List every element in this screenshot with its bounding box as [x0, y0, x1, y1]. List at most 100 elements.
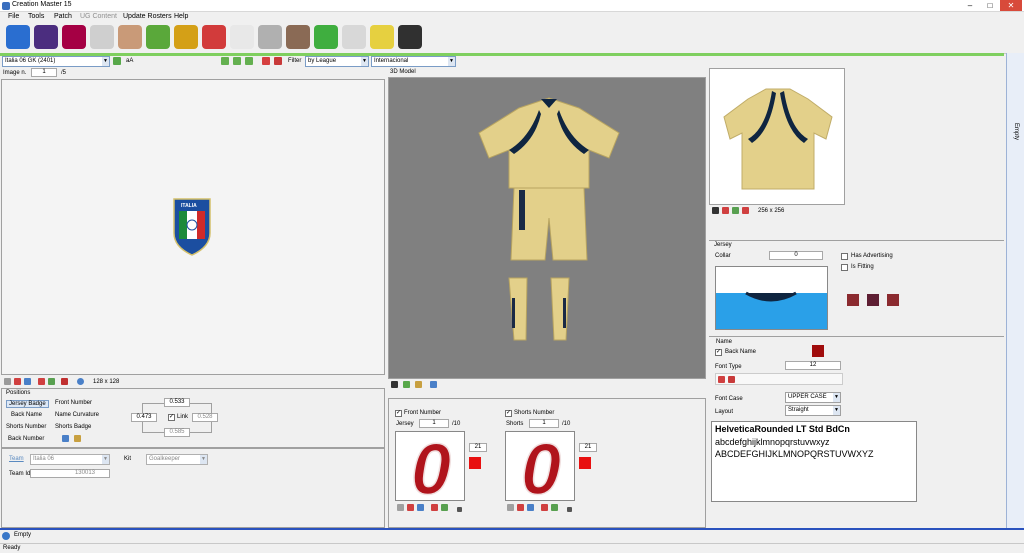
add-icon[interactable]	[38, 378, 45, 385]
close-button[interactable]: ✕	[1000, 0, 1022, 11]
copy-icon[interactable]	[245, 57, 253, 65]
back-name-color[interactable]	[812, 345, 824, 357]
replace-number-icon[interactable]	[441, 504, 448, 511]
pos-back-number[interactable]: Back Number	[8, 436, 44, 442]
export-icon[interactable]	[221, 57, 229, 65]
more-shorts-icon[interactable]	[567, 507, 572, 512]
jersey-color-swatch[interactable]	[469, 457, 481, 469]
import-icon[interactable]	[233, 57, 241, 65]
team-link[interactable]: Team	[9, 456, 24, 462]
aa-toggle[interactable]: aA	[126, 58, 133, 64]
jersey-icon[interactable]	[90, 25, 114, 49]
export-number-icon[interactable]	[417, 504, 424, 511]
add-number-icon[interactable]	[431, 504, 438, 511]
replace-shorts-number-icon[interactable]	[551, 504, 558, 511]
menu-file[interactable]: File	[8, 13, 19, 20]
shorts-color-swatch[interactable]	[579, 457, 591, 469]
eye-preview-icon[interactable]	[712, 207, 719, 214]
glove-icon[interactable]	[370, 25, 394, 49]
has-advertising-checkbox[interactable]	[841, 253, 848, 260]
menu-tools[interactable]: Tools	[28, 13, 44, 20]
replace-icon[interactable]	[48, 378, 55, 385]
jersey-size-input[interactable]: 21	[469, 443, 487, 452]
collar-spinner[interactable]: 0	[769, 251, 823, 260]
league-combo[interactable]: Internacional ▼	[371, 56, 456, 67]
import-image-icon[interactable]	[14, 378, 21, 385]
team-select[interactable]: Italia 06 ▼	[30, 454, 110, 465]
menu-patch[interactable]: Patch	[54, 13, 72, 20]
barcelona-crest-icon[interactable]	[62, 25, 86, 49]
player-icon[interactable]	[415, 381, 422, 388]
ball-icon[interactable]	[230, 25, 254, 49]
stadium-icon[interactable]	[146, 25, 170, 49]
referee-cards-icon[interactable]	[202, 25, 226, 49]
import-texture-icon[interactable]	[722, 207, 729, 214]
trophy-icon[interactable]	[174, 25, 198, 49]
add-texture-icon[interactable]	[742, 207, 749, 214]
world-icon[interactable]	[6, 25, 30, 49]
pos-bottom-input[interactable]: 0.585	[164, 428, 190, 437]
kit-select[interactable]: Goalkeeper ▼	[146, 454, 208, 465]
layout-select[interactable]: Straight ▼	[785, 405, 841, 416]
add-shorts-number-icon[interactable]	[541, 504, 548, 511]
back-name-checkbox[interactable]: ✓	[715, 349, 722, 356]
paste-pos-icon[interactable]	[74, 435, 81, 442]
export-shorts-number-icon[interactable]	[527, 504, 534, 511]
pos-shorts-number[interactable]: Shorts Number	[6, 424, 46, 430]
pos-front-number[interactable]: Front Number	[55, 400, 92, 406]
remove-icon[interactable]	[61, 378, 68, 385]
pos-top-input[interactable]: 0.533	[164, 398, 190, 407]
save-number-icon[interactable]	[397, 504, 404, 511]
eye-icon[interactable]	[391, 381, 398, 388]
shorts-size-input[interactable]: 21	[579, 443, 597, 452]
save-shorts-number-icon[interactable]	[507, 504, 514, 511]
rotate-icon[interactable]	[403, 381, 410, 388]
more-icon[interactable]	[457, 507, 462, 512]
expand-icon[interactable]	[2, 532, 10, 540]
camera-icon[interactable]	[430, 381, 437, 388]
filter-combo[interactable]: by League ▼	[305, 56, 369, 67]
pos-jersey-badge[interactable]: Jersey Badge	[6, 400, 49, 408]
image-n-spinner[interactable]: 1	[31, 68, 57, 77]
headphones-icon[interactable]	[398, 25, 422, 49]
side-tab-empty[interactable]: Empty	[1013, 123, 1019, 140]
menu-ug-content[interactable]: UG Content	[80, 13, 117, 20]
jersey-number-spinner[interactable]: 1	[419, 419, 449, 428]
zoom-icon[interactable]	[77, 378, 84, 385]
import-shorts-number-icon[interactable]	[517, 504, 524, 511]
jersey-color-3[interactable]	[887, 294, 899, 306]
model-3d-view[interactable]	[388, 77, 706, 379]
shorts-number-spinner[interactable]: 1	[529, 419, 559, 428]
boots-icon[interactable]	[258, 25, 282, 49]
minimize-button[interactable]: –	[960, 0, 980, 11]
pos-name-curvature[interactable]: Name Curvature	[55, 412, 99, 418]
manager-icon[interactable]	[286, 25, 310, 49]
export-image-icon[interactable]	[24, 378, 31, 385]
pdf-icon[interactable]	[262, 57, 270, 65]
pos-shorts-badge[interactable]: Shorts Badge	[55, 424, 91, 430]
delete-font-icon[interactable]	[728, 376, 735, 383]
font-type-spinner[interactable]: 12	[785, 361, 841, 370]
import-number-icon[interactable]	[407, 504, 414, 511]
pos-back-name[interactable]: Back Name	[11, 412, 42, 418]
pitch-icon[interactable]	[314, 25, 338, 49]
save-icon[interactable]	[4, 378, 11, 385]
jersey-color-2[interactable]	[867, 294, 879, 306]
link-checkbox[interactable]: ✓	[168, 414, 175, 421]
copy-pos-icon[interactable]	[62, 435, 69, 442]
front-number-checkbox[interactable]: ✓	[395, 410, 402, 417]
font-case-select[interactable]: UPPER CASE ▼	[785, 392, 841, 403]
import-font-icon[interactable]	[718, 376, 725, 383]
export-texture-icon[interactable]	[732, 207, 739, 214]
pos-left-input[interactable]: 0.473	[131, 413, 157, 422]
is-fitting-checkbox[interactable]	[841, 264, 848, 271]
player-face-icon[interactable]	[118, 25, 142, 49]
refresh-icon[interactable]	[113, 57, 121, 65]
menu-update-rosters[interactable]: Update Rosters	[123, 13, 172, 20]
menu-help[interactable]: Help	[174, 13, 188, 20]
jersey-color-1[interactable]	[847, 294, 859, 306]
shorts-number-checkbox[interactable]: ✓	[505, 410, 512, 417]
team-combo[interactable]: Italia 06 GK (2401) ▼	[2, 56, 110, 67]
newspaper-icon[interactable]	[342, 25, 366, 49]
team-id-input[interactable]: 130013	[30, 469, 110, 478]
